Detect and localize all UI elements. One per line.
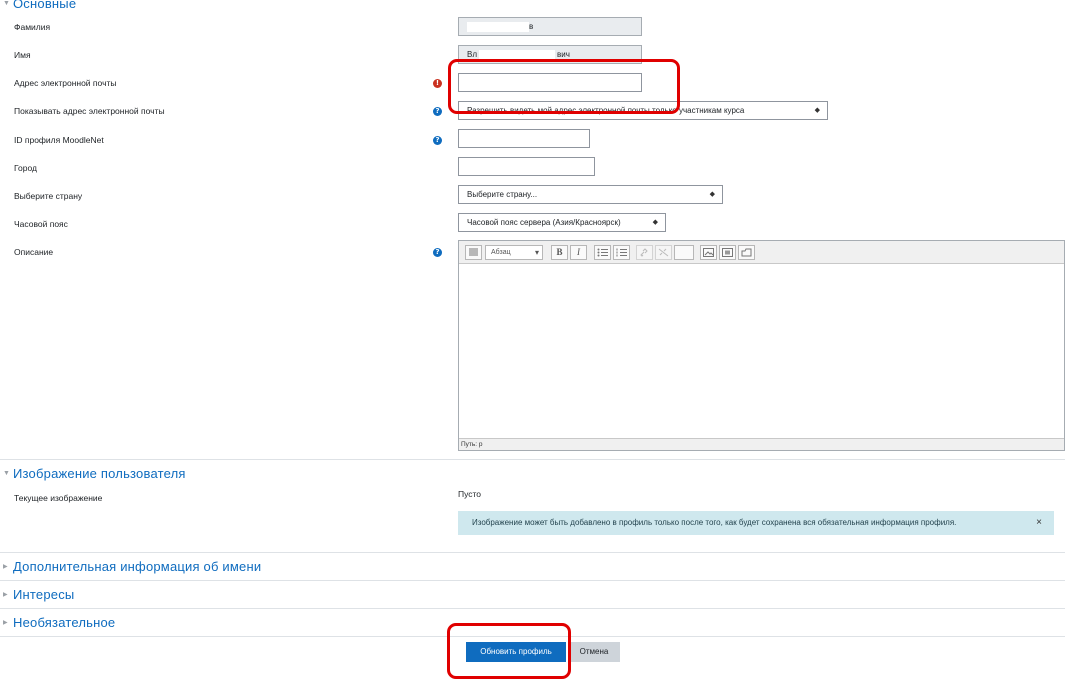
- paragraph-format-select[interactable]: Абзац ▾: [485, 245, 543, 260]
- editor-path: Путь: p: [459, 438, 1064, 450]
- expand-arrow-icon: ▼: [3, 470, 11, 477]
- moodlenet-field[interactable]: [458, 129, 590, 148]
- firstname-value-end: вич: [557, 50, 570, 59]
- firstname-value-start: Вл: [467, 50, 478, 59]
- section-user-picture-title: Изображение пользователя: [13, 466, 186, 481]
- annotation-highlight-submit: [447, 623, 571, 679]
- image-icon[interactable]: [700, 245, 717, 260]
- paragraph-format-value: Абзац: [491, 249, 511, 256]
- close-icon[interactable]: ×: [1036, 511, 1042, 535]
- section-divider: [0, 459, 1065, 460]
- current-picture-label: Текущее изображение: [14, 493, 103, 503]
- section-user-picture-header[interactable]: ▼ Изображение пользователя: [0, 466, 186, 481]
- collapse-arrow-icon: ▶: [3, 564, 8, 570]
- annotation-highlight-email: [448, 59, 680, 114]
- section-additional-names-title: Дополнительная информация об имени: [13, 559, 262, 574]
- collapse-arrow-icon: ▶: [3, 620, 8, 626]
- city-field[interactable]: [458, 157, 595, 176]
- country-select[interactable]: Выберите страну... ◆: [458, 185, 723, 204]
- select-arrow-icon: ◆: [814, 107, 820, 114]
- picture-info-text: Изображение может быть добавлено в профи…: [472, 518, 957, 527]
- section-optional-title: Необязательное: [13, 615, 116, 630]
- section-divider: [0, 552, 1065, 553]
- cancel-button[interactable]: Отмена: [568, 642, 620, 662]
- section-general-title: Основные: [13, 0, 77, 11]
- help-icon[interactable]: ?: [433, 107, 442, 116]
- section-optional-header[interactable]: ▶ Необязательное: [0, 615, 115, 630]
- bullet-list-icon[interactable]: [594, 245, 611, 260]
- link-icon[interactable]: [636, 245, 653, 260]
- blank-toolbar-button: [674, 245, 694, 260]
- country-label: Выберите страну: [14, 191, 83, 201]
- timezone-label: Часовой пояс: [14, 219, 68, 229]
- lastname-value: в: [529, 22, 534, 31]
- section-interests-header[interactable]: ▶ Интересы: [0, 587, 74, 602]
- description-editor[interactable]: Абзац ▾ B I Путь: p: [458, 240, 1065, 451]
- country-select-value: Выберите страну...: [467, 190, 538, 199]
- timezone-select-value: Часовой пояс сервера (Азия/Красноярск): [467, 218, 621, 227]
- help-icon[interactable]: ?: [433, 136, 442, 145]
- collapse-arrow-icon: ▶: [3, 592, 8, 598]
- chevron-down-icon: ▾: [534, 248, 539, 257]
- section-divider: [0, 608, 1065, 609]
- bold-button[interactable]: B: [551, 245, 568, 260]
- section-general-header[interactable]: ▼ Основные: [0, 0, 76, 11]
- lastname-field[interactable]: в: [458, 17, 642, 36]
- lastname-label: Фамилия: [14, 22, 51, 32]
- section-divider: [0, 580, 1065, 581]
- current-picture-value: Пусто: [458, 489, 482, 499]
- section-interests-title: Интересы: [13, 587, 75, 602]
- timezone-select[interactable]: Часовой пояс сервера (Азия/Красноярск) ◆: [458, 213, 666, 232]
- select-arrow-icon: ◆: [652, 219, 658, 226]
- help-icon[interactable]: ?: [433, 248, 442, 257]
- moodlenet-label: ID профиля MoodleNet: [14, 135, 104, 145]
- expand-arrow-icon: ▼: [3, 0, 11, 7]
- toggle-toolbar-icon[interactable]: [465, 245, 482, 260]
- maildisplay-label: Показывать адрес электронной почты: [14, 106, 165, 116]
- required-icon[interactable]: !: [433, 79, 442, 88]
- editor-toolbar: Абзац ▾ B I: [459, 241, 1064, 264]
- city-label: Город: [14, 163, 37, 173]
- italic-button[interactable]: I: [570, 245, 587, 260]
- media-icon[interactable]: [719, 245, 736, 260]
- file-icon[interactable]: [738, 245, 755, 260]
- select-arrow-icon: ◆: [709, 191, 715, 198]
- numbered-list-icon[interactable]: [613, 245, 630, 260]
- section-additional-names-header[interactable]: ▶ Дополнительная информация об имени: [0, 559, 261, 574]
- email-label: Адрес электронной почты: [14, 78, 117, 88]
- unlink-icon[interactable]: [655, 245, 672, 260]
- description-label: Описание: [14, 247, 54, 257]
- picture-info-alert: Изображение может быть добавлено в профи…: [458, 511, 1054, 535]
- firstname-label: Имя: [14, 50, 31, 60]
